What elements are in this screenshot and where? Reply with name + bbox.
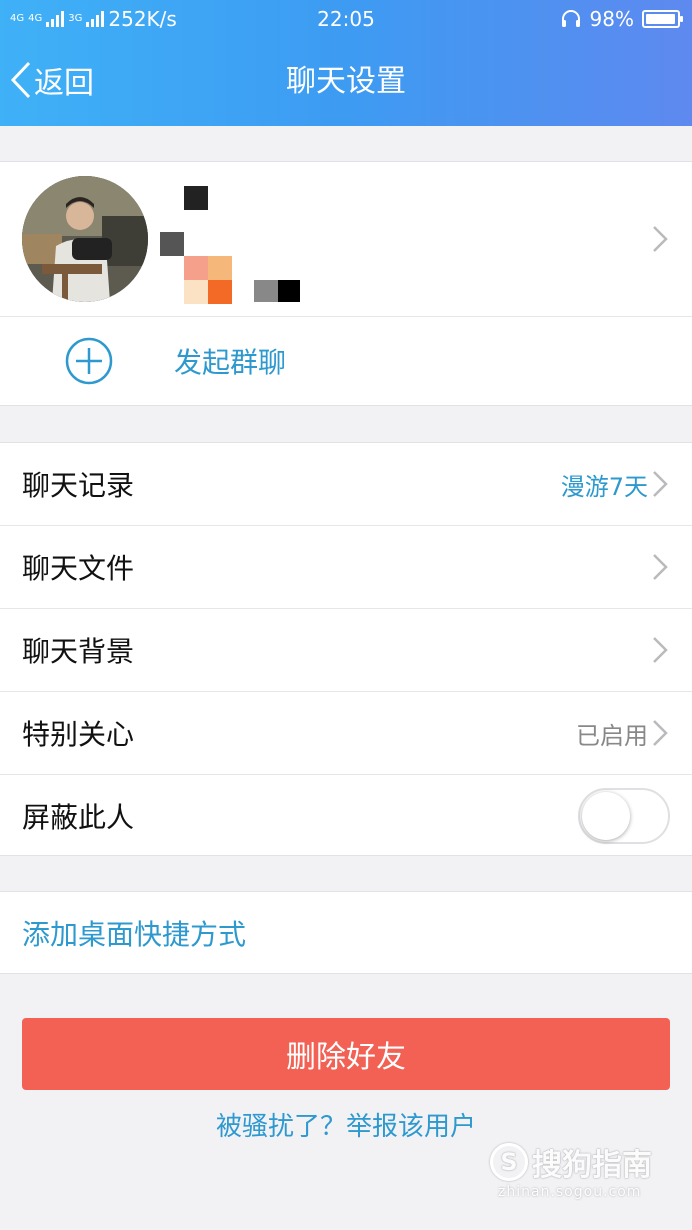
chat-files-label: 聊天文件: [22, 552, 135, 585]
sogou-logo-icon: S: [490, 1143, 528, 1181]
back-button[interactable]: 返回: [10, 58, 94, 102]
back-label: 返回: [34, 66, 94, 101]
chevron-right-icon: [653, 637, 668, 663]
toggle-knob: [582, 792, 630, 840]
watermark-site: zhinan.sogou.com: [498, 1184, 642, 1200]
chat-files-row[interactable]: 聊天文件: [0, 526, 692, 609]
chevron-right-icon: [653, 226, 668, 252]
battery-icon: [642, 10, 683, 28]
block-user-row: 屏蔽此人: [0, 775, 692, 857]
sogou-watermark: S 搜狗指南 zhinan.sogou.com: [490, 1140, 670, 1210]
add-shortcut-row[interactable]: 添加桌面快捷方式: [0, 892, 692, 973]
header-bar: 4G 4G 3G 252K/s 22:05 98% 返回 聊天设置: [0, 0, 692, 126]
avatar[interactable]: [22, 176, 148, 302]
special-care-value: 已启用: [576, 721, 648, 750]
shortcut-section: 添加桌面快捷方式: [0, 891, 692, 974]
chevron-right-icon: [653, 554, 668, 580]
avatar-photo: [22, 176, 148, 302]
chevron-right-icon: [653, 720, 668, 746]
add-shortcut-label: 添加桌面快捷方式: [22, 917, 247, 951]
status-bar-right: 98%: [560, 6, 683, 32]
add-circle-icon: [65, 337, 113, 385]
chevron-left-icon: [10, 61, 31, 99]
delete-friend-button[interactable]: 删除好友: [22, 1018, 670, 1090]
watermark-brand: 搜狗指南: [532, 1148, 652, 1183]
redacted-nickname: [160, 184, 310, 304]
page-title: 聊天设置: [286, 64, 406, 99]
start-group-chat-label: 发起群聊: [174, 346, 287, 379]
start-group-chat-row[interactable]: 发起群聊: [0, 317, 692, 405]
chat-background-row[interactable]: 聊天背景: [0, 609, 692, 692]
settings-section: 聊天记录 漫游7天 聊天文件 聊天背景 特别关心 已启用 屏蔽此人: [0, 442, 692, 856]
chat-background-label: 聊天背景: [22, 635, 135, 668]
block-user-toggle[interactable]: [578, 788, 670, 844]
special-care-label: 特别关心: [22, 718, 135, 751]
chat-history-row[interactable]: 聊天记录 漫游7天: [0, 443, 692, 526]
report-user-link[interactable]: 被骚扰了？举报该用户: [0, 1106, 692, 1143]
block-user-label: 屏蔽此人: [22, 801, 135, 834]
chat-history-value: 漫游7天: [560, 472, 648, 501]
chat-history-label: 聊天记录: [22, 469, 135, 502]
chevron-right-icon: [653, 471, 668, 497]
headset-icon: [561, 10, 580, 27]
profile-row[interactable]: [0, 162, 692, 317]
profile-section: 发起群聊: [0, 161, 692, 406]
special-care-row[interactable]: 特别关心 已启用: [0, 692, 692, 775]
battery-percent: 98%: [589, 7, 634, 31]
